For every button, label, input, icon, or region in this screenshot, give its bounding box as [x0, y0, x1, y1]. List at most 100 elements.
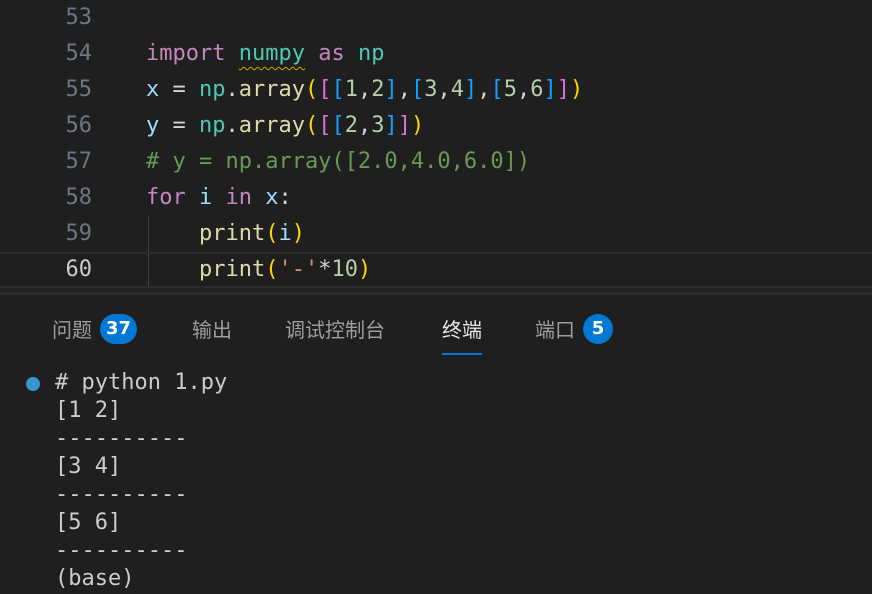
code-token: 3 — [371, 113, 385, 138]
tab-output-label: 输出 — [192, 318, 232, 342]
code-token: np — [357, 41, 385, 66]
code-token: ) — [569, 77, 584, 102]
problems-count-badge: 37 — [100, 313, 138, 344]
code-token: np — [199, 113, 226, 138]
tab-problems[interactable]: 问题 37 — [52, 295, 138, 355]
editor-line[interactable]: 57 # y = np.array([2.0,4.0,6.0]) — [0, 144, 872, 180]
code-token: , — [516, 77, 531, 102]
line-number: 57 — [65, 149, 93, 174]
code-token: 1 — [344, 77, 358, 102]
terminal-line: (base) — [55, 566, 135, 591]
terminal-line: [3 4] — [55, 454, 122, 479]
editor-line[interactable]: 59 print(i) — [0, 216, 872, 252]
editor-line[interactable]: 60 print('-'*10) — [0, 252, 872, 288]
code-token: * — [318, 257, 332, 282]
line-number: 59 — [65, 221, 93, 246]
code-token: for — [146, 185, 186, 210]
active-tab-indicator — [442, 353, 482, 355]
tab-terminal[interactable]: 终端 — [442, 295, 482, 355]
code-token: : — [278, 185, 292, 210]
line-number: 60 — [65, 257, 93, 282]
code-token: # y = np.array([2.0,4.0,6.0]) — [146, 149, 531, 174]
code-token: np — [199, 77, 226, 102]
code-token: , — [397, 77, 411, 102]
editor-line[interactable]: 53 — [0, 0, 872, 36]
editor-line[interactable]: 58 for i in x: — [0, 180, 872, 216]
line-number: 56 — [65, 113, 93, 138]
editor-line[interactable]: 56 y = np.array([[2,3]]) — [0, 108, 872, 144]
code-token: i — [199, 185, 213, 210]
tab-debug-console-label: 调试控制台 — [285, 318, 385, 342]
bottom-panel: 问题 37 输出 调试控制台 终端 端口 5 # python 1.py [1 2]… — [0, 295, 872, 594]
code-token: ( — [265, 221, 279, 246]
code-token: . — [225, 77, 239, 102]
code-token: 3 — [424, 77, 438, 102]
line-code: x = np.array([[1,2],[3,4],[5,6]]) — [146, 72, 583, 108]
code-token: in — [225, 185, 253, 210]
editor-line[interactable]: 55 x = np.array([[1,2],[3,4],[5,6]]) — [0, 72, 872, 108]
code-token: = — [159, 113, 199, 138]
code-token: 10 — [331, 257, 358, 282]
line-code: print('-'*10) — [146, 254, 371, 286]
terminal-output[interactable]: # python 1.py [1 2] ---------- [3 4] ---… — [0, 367, 872, 594]
code-token: [ — [490, 77, 504, 102]
code-token: ( — [304, 113, 319, 138]
code-token: 2 — [344, 113, 358, 138]
code-token: [ — [318, 113, 332, 138]
code-token: ] — [384, 77, 398, 102]
code-token: [ — [410, 77, 425, 102]
code-token: , — [437, 77, 451, 102]
code-token: array — [238, 77, 305, 102]
code-token: ) — [357, 257, 372, 282]
tab-terminal-label: 终端 — [442, 318, 482, 342]
tab-problems-label: 问题 — [52, 318, 92, 342]
code-token: ) — [291, 221, 305, 246]
tab-ports-label: 端口 — [535, 318, 575, 342]
code-token: , — [477, 77, 491, 102]
code-editor[interactable]: 53 54 import numpy as np 55 x = np.array([[1… — [0, 0, 872, 292]
tab-debug-console[interactable]: 调试控制台 — [285, 295, 385, 355]
code-token: , — [357, 113, 372, 138]
code-token: ( — [304, 77, 319, 102]
code-token: ] — [543, 77, 557, 102]
editor-line[interactable]: 54 import numpy as np — [0, 36, 872, 72]
code-token: numpy — [238, 41, 305, 66]
line-number: 53 — [65, 5, 93, 30]
line-code: print(i) — [146, 216, 305, 252]
line-number: 55 — [65, 77, 93, 102]
code-token: 4 — [450, 77, 464, 102]
line-number: 54 — [65, 41, 93, 66]
code-token: 2 — [371, 77, 385, 102]
code-token: [ — [331, 113, 345, 138]
code-token: '-' — [278, 257, 319, 282]
terminal-line: [1 2] — [55, 398, 122, 423]
line-code: # y = np.array([2.0,4.0,6.0]) — [146, 144, 530, 180]
code-token: print — [198, 221, 266, 246]
terminal-line: ---------- — [55, 426, 188, 451]
line-number: 58 — [65, 185, 93, 210]
terminal-line: [5 6] — [55, 510, 122, 535]
tab-ports[interactable]: 端口 5 — [535, 295, 613, 355]
code-token: x — [265, 185, 279, 210]
tab-output[interactable]: 输出 — [192, 295, 232, 355]
code-token: ) — [410, 113, 425, 138]
code-token: import — [146, 41, 226, 66]
code-token: as — [318, 41, 345, 66]
code-token: print — [198, 257, 266, 282]
command-decoration-dot-icon[interactable] — [26, 377, 40, 391]
line-code: y = np.array([[2,3]]) — [146, 108, 424, 144]
terminal-line: ---------- — [55, 482, 188, 507]
code-token: 5 — [503, 77, 517, 102]
code-token: ] — [556, 77, 570, 102]
code-token: i — [278, 221, 292, 246]
code-token: ] — [384, 113, 398, 138]
terminal-line: ---------- — [55, 538, 188, 563]
code-token: ( — [265, 257, 279, 282]
